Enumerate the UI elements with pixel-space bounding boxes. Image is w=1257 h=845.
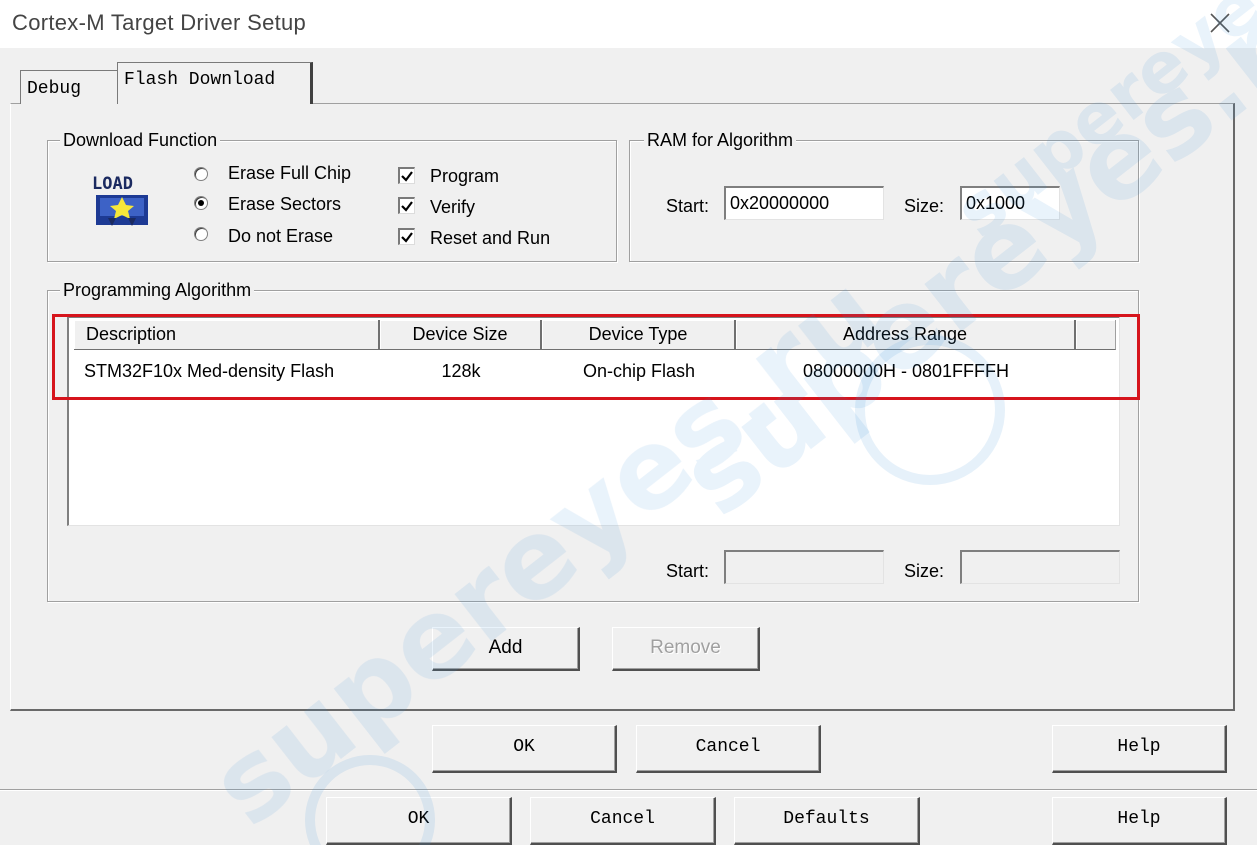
defaults-button[interactable]: Defaults [734, 797, 920, 845]
ram-size-label: Size: [904, 196, 945, 216]
ram-start-value: 0x20000000 [730, 193, 830, 213]
checkbox-reset-and-run-label: Reset and Run [430, 228, 551, 248]
tab-debug-label: Debug [27, 79, 82, 99]
check-icon [401, 232, 413, 243]
cell-device-type: On-chip Flash [582, 361, 696, 381]
column-header-device-type[interactable]: Device Type [542, 320, 736, 350]
radio-do-not-erase[interactable] [194, 227, 208, 241]
column-header-filler [1076, 320, 1116, 350]
tab-flash-download[interactable]: Flash Download [117, 62, 313, 104]
column-header-device-size[interactable]: Device Size [380, 320, 542, 350]
checkbox-reset-and-run[interactable] [398, 228, 415, 245]
close-icon[interactable] [1205, 8, 1235, 38]
column-header-address-range[interactable]: Address Range [736, 320, 1076, 350]
load-icon: LOAD [92, 174, 148, 226]
ram-size-value: 0x1000 [966, 193, 1026, 213]
cancel-button[interactable]: Cancel [636, 725, 821, 773]
outer-help-button[interactable]: Help [1052, 797, 1227, 845]
help-button[interactable]: Help [1052, 725, 1227, 773]
download-function-legend: Download Function [60, 129, 221, 151]
radio-erase-full-chip[interactable] [194, 167, 208, 181]
ok-button[interactable]: OK [432, 725, 617, 773]
radio-erase-sectors-label: Erase Sectors [228, 194, 342, 214]
tab-debug[interactable]: Debug [20, 70, 118, 104]
algo-start-label: Start: [666, 561, 710, 581]
ram-size-field[interactable]: 0x1000 [960, 186, 1060, 220]
ram-start-field[interactable]: 0x20000000 [724, 186, 884, 220]
checkbox-verify[interactable] [398, 197, 415, 214]
cell-device-size: 128k [441, 361, 481, 381]
checkbox-program[interactable] [398, 167, 415, 184]
dialog-separator-highlight [0, 790, 1257, 791]
window-title: Cortex-M Target Driver Setup [12, 10, 307, 35]
add-button[interactable]: Add [432, 627, 580, 671]
ram-start-label: Start: [666, 196, 710, 216]
cell-address-range: 08000000H - 0801FFFFH [802, 361, 1010, 381]
ram-for-algorithm-legend: RAM for Algorithm [644, 129, 797, 151]
radio-do-not-erase-label: Do not Erase [228, 226, 334, 246]
cell-description: STM32F10x Med-density Flash [84, 361, 335, 381]
outer-cancel-button[interactable]: Cancel [530, 797, 716, 845]
checkbox-program-label: Program [430, 166, 500, 186]
algo-size-label: Size: [904, 561, 945, 581]
tab-flash-download-label: Flash Download [124, 70, 276, 90]
column-header-description[interactable]: Description [74, 320, 380, 350]
radio-erase-sectors[interactable] [194, 196, 208, 210]
algo-start-field [724, 550, 884, 584]
check-icon [401, 201, 413, 212]
outer-ok-button[interactable]: OK [326, 797, 512, 845]
radio-erase-full-chip-label: Erase Full Chip [228, 163, 352, 183]
checkbox-verify-label: Verify [430, 197, 476, 217]
load-icon-text: LOAD [92, 174, 133, 194]
remove-button: Remove [612, 627, 760, 671]
algo-size-field [960, 550, 1120, 584]
programming-algorithm-legend: Programming Algorithm [60, 279, 255, 301]
check-icon [401, 171, 413, 182]
